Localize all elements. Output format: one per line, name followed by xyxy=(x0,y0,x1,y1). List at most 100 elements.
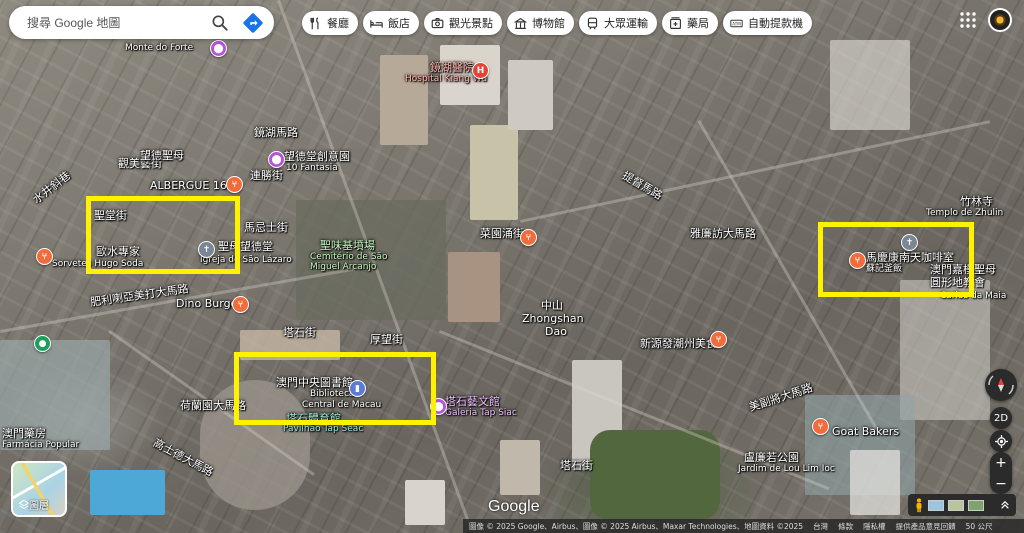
region-link[interactable]: 台灣 xyxy=(813,521,828,532)
zoom-in-button[interactable]: + xyxy=(990,452,1012,473)
chip-transit[interactable]: 大眾運輸 xyxy=(579,11,657,35)
google-logo: Google xyxy=(488,498,540,515)
zoom-controls: + − xyxy=(990,452,1012,494)
hotel-icon xyxy=(370,19,383,28)
place-label: 新源發潮州美食 xyxy=(640,337,717,350)
attraction-pin[interactable]: ⬤ xyxy=(268,151,285,168)
my-location-button[interactable] xyxy=(990,430,1012,452)
layers-button[interactable]: 圖層 xyxy=(11,461,67,517)
directions-icon[interactable] xyxy=(242,12,264,34)
building xyxy=(405,480,445,525)
chip-label: 飯店 xyxy=(388,17,410,30)
place-label: Galeria Tap Siac xyxy=(445,408,517,418)
compass-icon xyxy=(988,375,1014,395)
imagery-thumb[interactable] xyxy=(968,499,984,511)
place-label: 鏡湖醫院 xyxy=(430,61,474,74)
highlight-box-central-library xyxy=(234,352,436,425)
building xyxy=(448,252,500,322)
road-label: 連勝街 xyxy=(250,169,283,182)
chip-restaurants[interactable]: 餐廳 xyxy=(302,11,358,35)
road-label: 塔石街 xyxy=(283,326,316,339)
chip-museums[interactable]: 博物館 xyxy=(507,11,574,35)
attribution-bar: 圖像 © 2025 Google、Airbus、圖像 © 2025 Airbus… xyxy=(463,519,1024,533)
search-box[interactable] xyxy=(9,6,274,39)
pool xyxy=(90,470,165,515)
place-label: 澳門藥房 xyxy=(2,427,46,440)
road-label: 厚望街 xyxy=(370,333,403,346)
road-label: 雅廉訪大馬路 xyxy=(690,227,756,240)
search-input[interactable] xyxy=(25,14,209,31)
museum-icon xyxy=(514,17,527,29)
satellite-map[interactable]: Monte do Forte 鏡湖醫院 Hospital Kiang Wu 鏡湖… xyxy=(0,0,1024,533)
privacy-link[interactable]: 隱私權 xyxy=(863,521,886,532)
category-chips: 餐廳 飯店 觀光景點 博物館 大眾運輸 藥局 ATM 自動提款機 xyxy=(302,11,812,35)
place-label: Monte do Forte xyxy=(125,43,194,53)
chip-atm[interactable]: ATM 自動提款機 xyxy=(723,11,812,35)
attraction-pin[interactable]: ⬤ xyxy=(210,40,227,57)
place-label: 10 Fantasia xyxy=(286,163,338,173)
pegman-icon[interactable] xyxy=(914,497,924,513)
road-label: 塔石街 xyxy=(560,459,593,472)
park-area xyxy=(590,430,720,520)
chip-hotels[interactable]: 飯店 xyxy=(363,11,419,35)
restaurant-pin[interactable]: ⑂ xyxy=(226,176,243,193)
building xyxy=(508,60,553,130)
zoom-out-button[interactable]: − xyxy=(990,473,1012,494)
chip-label: 餐廳 xyxy=(327,17,349,30)
imagery-thumb[interactable] xyxy=(928,499,944,511)
2d-toggle-button[interactable]: 2D xyxy=(990,407,1012,429)
place-label: 中山 xyxy=(541,299,563,312)
restaurant-pin[interactable]: ⑂ xyxy=(232,296,249,313)
road-label: 菜園涌街 xyxy=(480,227,524,240)
search-icon[interactable] xyxy=(210,13,230,33)
chip-label: 自動提款機 xyxy=(748,17,803,30)
building xyxy=(470,125,518,220)
park-pin[interactable]: ● xyxy=(34,335,51,352)
place-label: 望德堂創意園 xyxy=(284,150,350,163)
expand-up-icon[interactable] xyxy=(1000,500,1010,510)
highlight-box-tap-seac-east xyxy=(818,222,974,297)
compass-button[interactable] xyxy=(985,369,1017,401)
restaurant-pin[interactable]: ⑂ xyxy=(812,418,829,435)
place-label: 塔石藝文館 xyxy=(445,395,500,408)
place-label: 竹林寺 xyxy=(960,195,993,208)
place-label: Jardim de Lou Lim Ioc xyxy=(738,464,835,474)
restaurant-icon xyxy=(310,16,319,29)
attribution-text: 圖像 © 2025 Google、Airbus、圖像 © 2025 Airbus… xyxy=(469,521,804,531)
chip-pharmacy[interactable]: 藥局 xyxy=(662,11,718,35)
highlight-box-sao-lazaro xyxy=(86,196,240,274)
restaurant-pin[interactable]: ⑂ xyxy=(36,248,53,265)
building xyxy=(830,40,910,130)
chip-attractions[interactable]: 觀光景點 xyxy=(424,11,502,35)
terms-link[interactable]: 條款 xyxy=(838,521,853,532)
restaurant-pin[interactable]: ⑂ xyxy=(520,229,537,246)
chip-label: 觀光景點 xyxy=(449,17,493,30)
place-label: 聖味基墳場 xyxy=(320,239,375,252)
road-label: 鏡湖馬路 xyxy=(254,126,298,139)
restaurant-pin[interactable]: ⑂ xyxy=(710,331,727,348)
account-avatar[interactable] xyxy=(988,8,1012,32)
apps-grid-icon[interactable] xyxy=(959,11,977,29)
scale-bar[interactable]: 50 公尺 xyxy=(966,521,993,532)
street-view-panel xyxy=(908,494,1016,516)
feedback-link[interactable]: 提供產品意見回饋 xyxy=(896,521,956,532)
building xyxy=(850,450,900,515)
place-label: Cemitério de São Miguel Arcanjo xyxy=(310,252,388,272)
location-icon xyxy=(994,434,1008,448)
svg-text:ATM: ATM xyxy=(732,21,741,26)
place-label: Pavilhão Tap Seac xyxy=(283,424,364,434)
hospital-pin[interactable]: H xyxy=(472,62,489,79)
road-label: 馬忌士街 xyxy=(244,221,288,234)
place-label: Goat Bakers xyxy=(832,425,900,438)
place-label: Templo de Zhulin xyxy=(926,208,1004,218)
road-label: 望德聖母 xyxy=(140,149,184,162)
chip-label: 大眾運輸 xyxy=(604,17,648,30)
imagery-thumb[interactable] xyxy=(948,499,964,511)
building xyxy=(380,55,428,145)
road-label: 水井斜巷 xyxy=(30,168,74,207)
place-label: 盧廉若公園 xyxy=(744,451,799,464)
road xyxy=(520,120,991,223)
camera-icon xyxy=(431,17,444,28)
place-label: Farmácia Popular xyxy=(2,440,80,450)
layers-label: 圖層 xyxy=(29,501,49,512)
